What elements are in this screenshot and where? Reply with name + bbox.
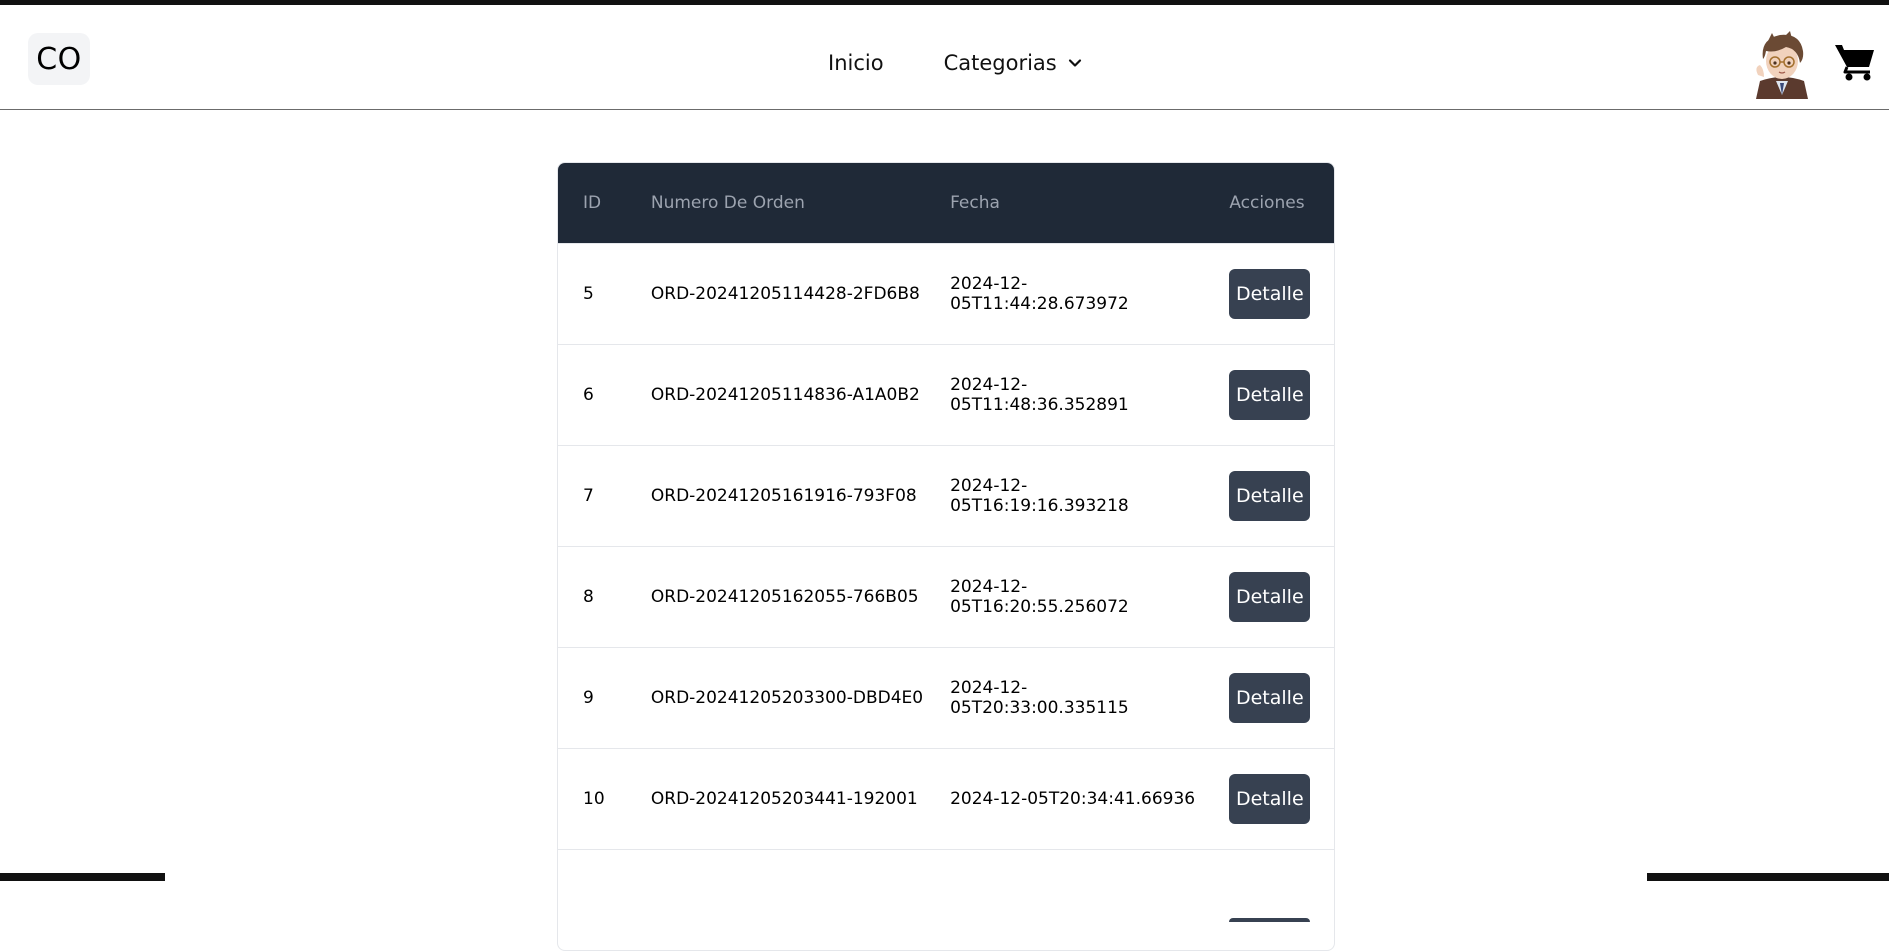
- orders-table: ID Numero De Orden Fecha Acciones 5 ORD-…: [557, 162, 1335, 951]
- table-row: 5 ORD-20241205114428-2FD6B8 2024-12-05T1…: [558, 243, 1334, 344]
- cell-fecha: 2024-12-05T20:33:00.335115: [950, 678, 1129, 718]
- cell-numero: ORD-20241205203441-192001: [650, 789, 918, 809]
- header-acciones: Acciones: [1229, 193, 1305, 213]
- header-id: ID: [583, 193, 602, 213]
- cell-id: 10: [583, 789, 605, 809]
- avatar-illustration: [1750, 29, 1814, 99]
- cell-id: 5: [583, 284, 594, 304]
- detalle-button-partial[interactable]: [1229, 917, 1311, 922]
- detalle-button[interactable]: Detalle: [1229, 471, 1311, 521]
- cell-fecha: 2024-12-05T16:20:55.256072: [950, 577, 1129, 617]
- cell-fecha: 2024-12-05T11:48:36.352891: [950, 375, 1129, 415]
- table-row: 6 ORD-20241205114836-A1A0B2 2024-12-05T1…: [558, 344, 1334, 445]
- chevron-down-icon: [1068, 59, 1081, 67]
- cell-numero: ORD-20241205114836-A1A0B2: [650, 385, 920, 405]
- detalle-button[interactable]: Detalle: [1229, 774, 1311, 824]
- table-row: 8 ORD-20241205162055-766B05 2024-12-05T1…: [558, 546, 1334, 647]
- cell-id: 7: [583, 486, 594, 506]
- cell-fecha: 2024-12-05T20:34:41.66936: [950, 789, 1196, 809]
- bottom-window-strip: [1647, 873, 1889, 881]
- cell-numero: ORD-20241205114428-2FD6B8: [650, 284, 920, 304]
- cell-numero: ORD-20241205203300-DBD4E0: [650, 688, 924, 708]
- navbar: CO Inicio Categorias: [0, 5, 1889, 110]
- logo[interactable]: CO: [28, 33, 90, 85]
- bottom-window-strip: [0, 873, 165, 881]
- cart-button[interactable]: [1834, 42, 1876, 82]
- nav-categorias-label: Categorias: [943, 51, 1057, 75]
- header-fecha: Fecha: [950, 193, 1000, 213]
- table-row: 9 ORD-20241205203300-DBD4E0 2024-12-05T2…: [558, 647, 1334, 748]
- detalle-button[interactable]: Detalle: [1229, 572, 1311, 622]
- cell-id: 8: [583, 587, 594, 607]
- user-avatar[interactable]: [1750, 29, 1814, 99]
- table-row-partial: [558, 849, 1334, 950]
- shopping-cart-icon: [1835, 45, 1874, 81]
- header-numero-de-orden: Numero De Orden: [650, 193, 805, 213]
- cell-numero: ORD-20241205161916-793F08: [650, 486, 917, 506]
- main-nav: Inicio Categorias: [828, 43, 1083, 83]
- cell-id: 9: [583, 688, 594, 708]
- table-row: 7 ORD-20241205161916-793F08 2024-12-05T1…: [558, 445, 1334, 546]
- cell-numero: ORD-20241205162055-766B05: [650, 587, 919, 607]
- nav-link-inicio[interactable]: Inicio: [828, 51, 884, 75]
- table-row: 10 ORD-20241205203441-192001 2024-12-05T…: [558, 748, 1334, 849]
- detalle-button[interactable]: Detalle: [1229, 673, 1311, 723]
- cell-id: 6: [583, 385, 594, 405]
- cell-fecha: 2024-12-05T11:44:28.673972: [950, 274, 1129, 314]
- table-header: ID Numero De Orden Fecha Acciones: [558, 163, 1334, 243]
- detalle-button[interactable]: Detalle: [1229, 370, 1311, 420]
- cell-fecha: 2024-12-05T16:19:16.393218: [950, 476, 1129, 516]
- detalle-button[interactable]: Detalle: [1229, 269, 1311, 319]
- nav-dropdown-categorias[interactable]: Categorias: [944, 51, 1083, 75]
